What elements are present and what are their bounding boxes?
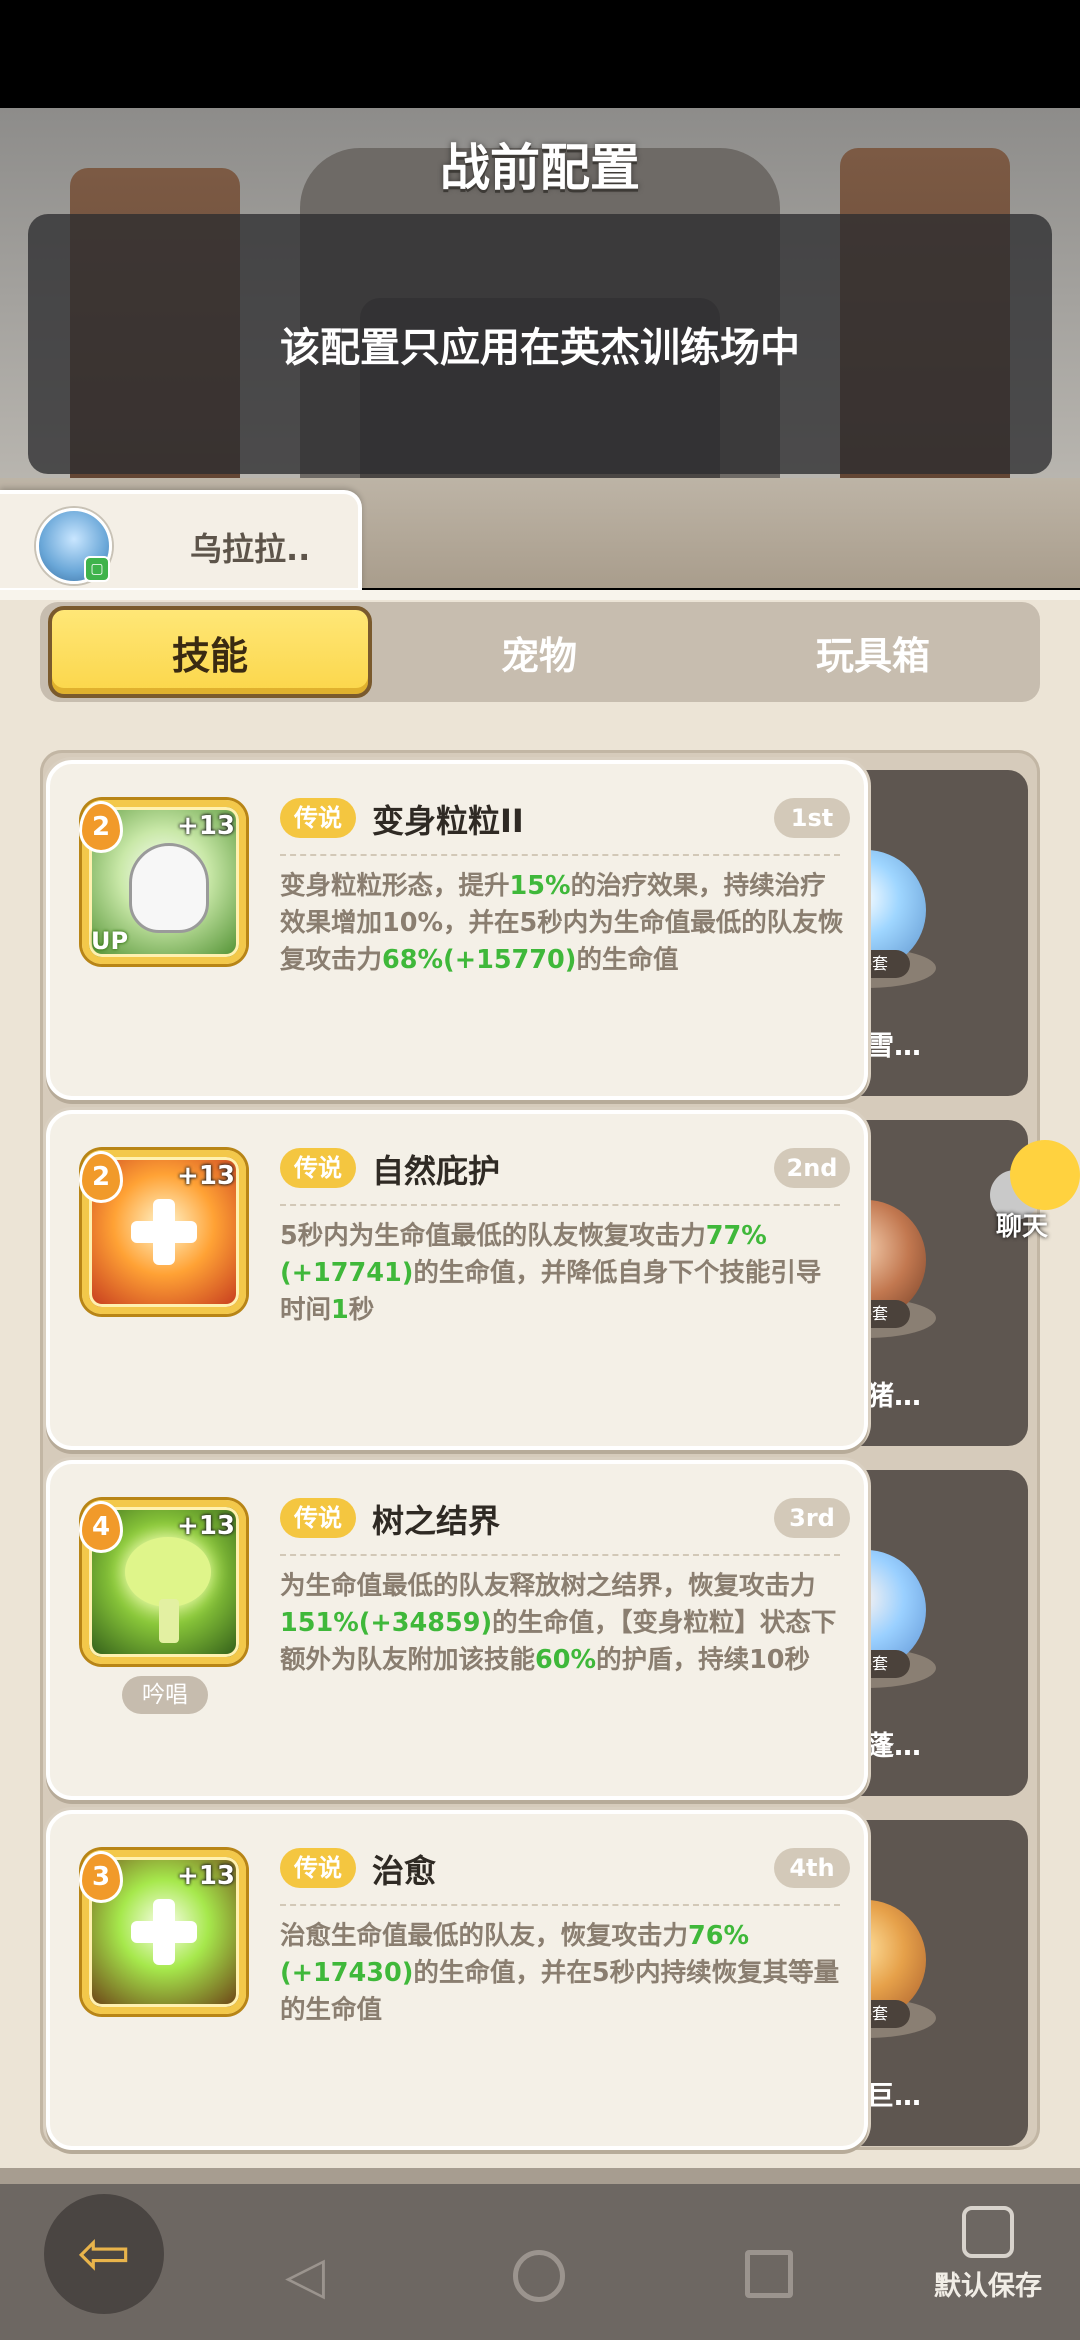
skill-plus-badge: +13 (177, 811, 235, 841)
save-label: 默认保存 (934, 2271, 1042, 2302)
skill-description: 为生命值最低的队友释放树之结界，恢复攻击力151%(+34859)的生命值，【变… (280, 1568, 846, 1679)
back-button[interactable]: ⇦ (44, 2194, 164, 2314)
owl-face (129, 843, 209, 933)
back-arrow-icon: ⇦ (77, 2217, 131, 2291)
desc-text: 治愈生命值最低的队友，恢复攻击力 (280, 1921, 689, 1951)
rarity-badge: 传说 (280, 1848, 356, 1888)
desc-text: 的生命值 (576, 945, 679, 975)
skill-level-badge: 2 (79, 1151, 123, 1203)
skill-name: 变身粒粒II (372, 802, 524, 840)
nav-recent-icon[interactable] (745, 2250, 793, 2298)
heal-skill-icon: 3 +13 (79, 1850, 246, 2014)
rarity-badge: 传说 (280, 798, 356, 838)
panel-edge (0, 590, 1080, 600)
bottom-strip (0, 2168, 1080, 2184)
skill-card[interactable]: 2 +13 UP 传说 变身粒粒II 1st 变身粒粒形态，提升15%的治疗效果… (46, 760, 868, 1100)
tab-bar: 技能 宠物 玩具箱 (40, 602, 1040, 702)
skill-description: 治愈生命值最低的队友，恢复攻击力76%(+17430)的生命值，并在5秒内持续恢… (280, 1918, 846, 2029)
chat-label: 聊天 (996, 1212, 1049, 1242)
divider (280, 854, 840, 856)
cross-icon (131, 1199, 197, 1265)
skill-name: 治愈 (372, 1852, 437, 1890)
heal-cross-icon (131, 1899, 197, 1965)
divider (280, 1554, 840, 1556)
tab-toybox[interactable]: 玩具箱 (706, 602, 1040, 702)
rarity-badge: 传说 (280, 1498, 356, 1538)
skill-row: 六件套 友好的巨… 3 +13 传说 治愈 4th 治愈生命值最低的队友，恢复攻… (46, 1810, 1034, 2150)
chant-badge: 吟唱 (122, 1676, 208, 1714)
skill-order-badge: 3rd (774, 1498, 850, 1538)
hero-name: 乌拉拉.. (190, 530, 311, 568)
skill-row: 六件套 发呆的蓬… 4 +13 吟唱 传说 树之结界 3rd 为生命值最低的队友… (46, 1460, 1034, 1800)
desc-text: 的护盾，持续10秒 (596, 1645, 811, 1675)
checkbox-icon (962, 2206, 1014, 2258)
divider (280, 1204, 840, 1206)
skill-description: 变身粒粒形态，提升15%的治疗效果，持续治疗效果增加10%，并在5秒内为生命值最… (280, 868, 846, 979)
cross-skill-icon: 2 +13 (79, 1150, 246, 1314)
desc-text: 秒 (348, 1295, 375, 1325)
desc-highlight: 1 (331, 1295, 349, 1325)
skill-order-badge: 1st (774, 798, 850, 838)
desc-highlight: 68%(+15770) (382, 945, 577, 975)
skill-name: 树之结界 (372, 1502, 501, 1540)
tree-canopy-icon (125, 1537, 211, 1607)
skill-order-badge: 4th (774, 1848, 850, 1888)
rarity-badge: 传说 (280, 1148, 356, 1188)
skill-level-badge: 3 (79, 1851, 123, 1903)
tab-skills[interactable]: 技能 (48, 606, 372, 698)
skill-card[interactable]: 3 +13 传说 治愈 4th 治愈生命值最低的队友，恢复攻击力76%(+174… (46, 1810, 868, 2150)
tree-trunk-icon (159, 1599, 179, 1643)
desc-highlight: 60% (535, 1645, 597, 1675)
chat-badge-icon: ▢ (84, 556, 110, 582)
status-bar (0, 0, 1080, 108)
skill-level-badge: 4 (79, 1501, 123, 1553)
hero-tab[interactable]: ▢ 乌拉拉.. (0, 490, 362, 592)
owl-skill-icon: 2 +13 UP (79, 800, 246, 964)
skill-row: 六件套 快乐的雪… 2 +13 UP 传说 变身粒粒II 1st 变身粒粒形态，… (46, 760, 1034, 1100)
skill-plus-badge: +13 (177, 1861, 235, 1891)
skill-row: 六件套 活跃的猪… 2 +13 传说 自然庇护 2nd 5秒内为生命值最低的队友… (46, 1110, 1034, 1450)
skill-card[interactable]: 2 +13 传说 自然庇护 2nd 5秒内为生命值最低的队友恢复攻击力77%(+… (46, 1110, 868, 1450)
skill-name: 自然庇护 (372, 1152, 501, 1190)
skill-list: 六件套 快乐的雪… 2 +13 UP 传说 变身粒粒II 1st 变身粒粒形态，… (40, 750, 1040, 2150)
skill-description: 5秒内为生命值最低的队友恢复攻击力77%(+17741)的生命值，并降低自身下个… (280, 1218, 846, 1329)
default-save-button[interactable]: 默认保存 (928, 2206, 1048, 2303)
tab-pets[interactable]: 宠物 (372, 602, 706, 702)
skill-plus-badge: +13 (177, 1161, 235, 1191)
desc-highlight: 151%(+34859) (280, 1608, 493, 1638)
nav-home-icon[interactable] (513, 2250, 565, 2302)
config-notice: 该配置只应用在英杰训练场中 (28, 214, 1052, 474)
nav-back-icon[interactable]: ◁ (285, 2250, 325, 2302)
skill-card[interactable]: 4 +13 吟唱 传说 树之结界 3rd 为生命值最低的队友释放树之结界，恢复攻… (46, 1460, 868, 1800)
desc-text: 5秒内为生命值最低的队友恢复攻击力 (280, 1221, 706, 1251)
skill-level-badge: 2 (79, 801, 123, 853)
desc-highlight: 15% (509, 871, 571, 901)
desc-text: 为生命值最低的队友释放树之结界，恢复攻击力 (280, 1571, 816, 1601)
skill-order-badge: 2nd (774, 1148, 850, 1188)
chat-face-icon (1010, 1140, 1080, 1210)
tree-skill-icon: 4 +13 (79, 1500, 246, 1664)
divider (280, 1904, 840, 1906)
config-panel: 技能 宠物 玩具箱 六件套 快乐的雪… 2 +13 UP 传说 变身粒粒II 1… (0, 590, 1080, 2220)
skill-plus-badge: +13 (177, 1511, 235, 1541)
desc-text: 变身粒粒形态，提升 (280, 871, 510, 901)
upgrade-badge: UP (91, 927, 129, 955)
page-title: 战前配置 (440, 139, 640, 197)
chat-button[interactable]: 聊天 (968, 1140, 1080, 1260)
